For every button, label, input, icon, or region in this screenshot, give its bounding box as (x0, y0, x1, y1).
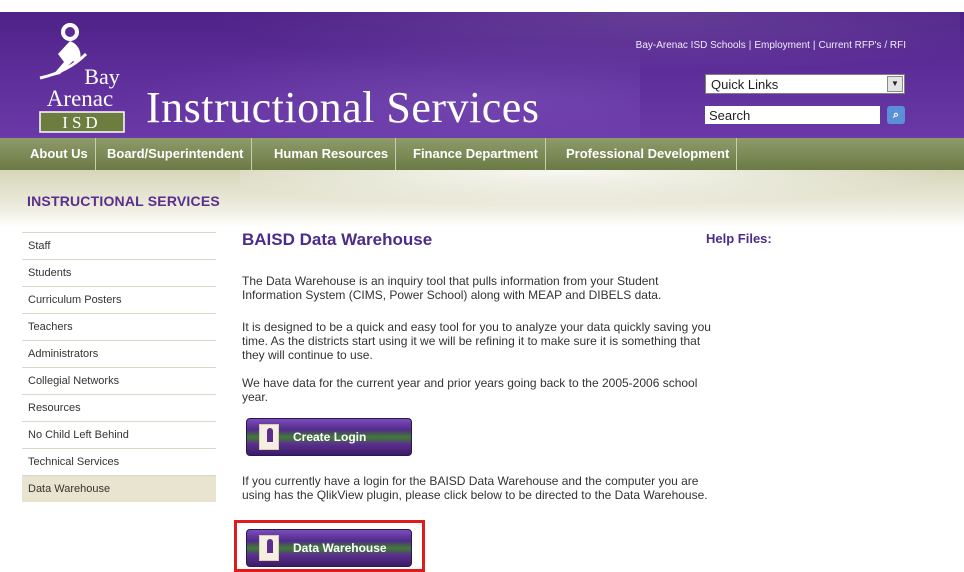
sidebar-item-no-child-left-behind[interactable]: No Child Left Behind (22, 421, 216, 448)
main-nav: About Us Board/Superintendent Human Reso… (0, 138, 964, 170)
link-separator: | (748, 40, 752, 51)
logo-text-arenac: Arenac (47, 86, 113, 111)
highlight-box (234, 520, 425, 572)
nav-item-professional-development[interactable]: Professional Development (559, 138, 738, 170)
sidebar-item-data-warehouse[interactable]: Data Warehouse (22, 475, 216, 502)
sidebar-item-administrators[interactable]: Administrators (22, 340, 216, 367)
link-current-rfps[interactable]: Current RFP's / RFI (819, 40, 906, 51)
section-title: INSTRUCTIONAL SERVICES (27, 193, 220, 209)
sidebar-item-staff[interactable]: Staff (22, 232, 216, 259)
logo-text-isd: ISD (62, 113, 101, 132)
page-title: BAISD Data Warehouse (242, 230, 433, 249)
nav-item-human-resources[interactable]: Human Resources (267, 138, 397, 170)
link-employment[interactable]: Employment (754, 40, 810, 51)
design-paragraph: It is designed to be a quick and easy to… (242, 320, 711, 362)
create-login-label: Create Login (293, 430, 367, 444)
quick-links-select[interactable]: Quick Links ▼ (705, 74, 905, 94)
sidebar-item-curriculum-posters[interactable]: Curriculum Posters (22, 286, 216, 313)
help-files-title: Help Files: (706, 231, 772, 246)
sidebar-item-resources[interactable]: Resources (22, 394, 216, 421)
nav-item-about-us[interactable]: About Us (0, 138, 96, 170)
top-links: Bay-Arenac ISD Schools | Employment | Curren… (636, 40, 906, 51)
site-header: Bay Arenac ISD Instructional Services Ba… (0, 0, 964, 138)
sidebar-item-students[interactable]: Students (22, 259, 216, 286)
search-icon[interactable]: ⌕ (887, 106, 905, 124)
data-range-paragraph: We have data for the current year and pr… (242, 376, 698, 404)
isd-logo-icon (259, 424, 279, 450)
search-input[interactable] (705, 106, 880, 124)
nav-item-finance-department[interactable]: Finance Department (406, 138, 546, 170)
intro-paragraph: The Data Warehouse is an inquiry tool th… (242, 274, 662, 302)
link-bay-arenac-isd-schools[interactable]: Bay-Arenac ISD Schools (636, 40, 746, 51)
quick-links-value: Quick Links (711, 77, 779, 92)
create-login-button[interactable]: Create Login (246, 418, 412, 456)
site-title: Instructional Services (146, 83, 540, 132)
sidebar-item-collegial-networks[interactable]: Collegial Networks (22, 367, 216, 394)
dropdown-arrow-icon[interactable]: ▼ (887, 76, 903, 92)
sidebar-item-technical-services[interactable]: Technical Services (22, 448, 216, 475)
sidebar: Staff Students Curriculum Posters Teache… (22, 232, 216, 502)
band-curve-decoration (240, 170, 960, 206)
sidebar-item-teachers[interactable]: Teachers (22, 313, 216, 340)
bay-arenac-isd-logo[interactable]: Bay Arenac ISD (30, 14, 140, 134)
nav-item-board-superintendent[interactable]: Board/Superintendent (100, 138, 252, 170)
login-instructions-paragraph: If you currently have a login for the BA… (242, 474, 708, 502)
link-separator: | (812, 40, 816, 51)
